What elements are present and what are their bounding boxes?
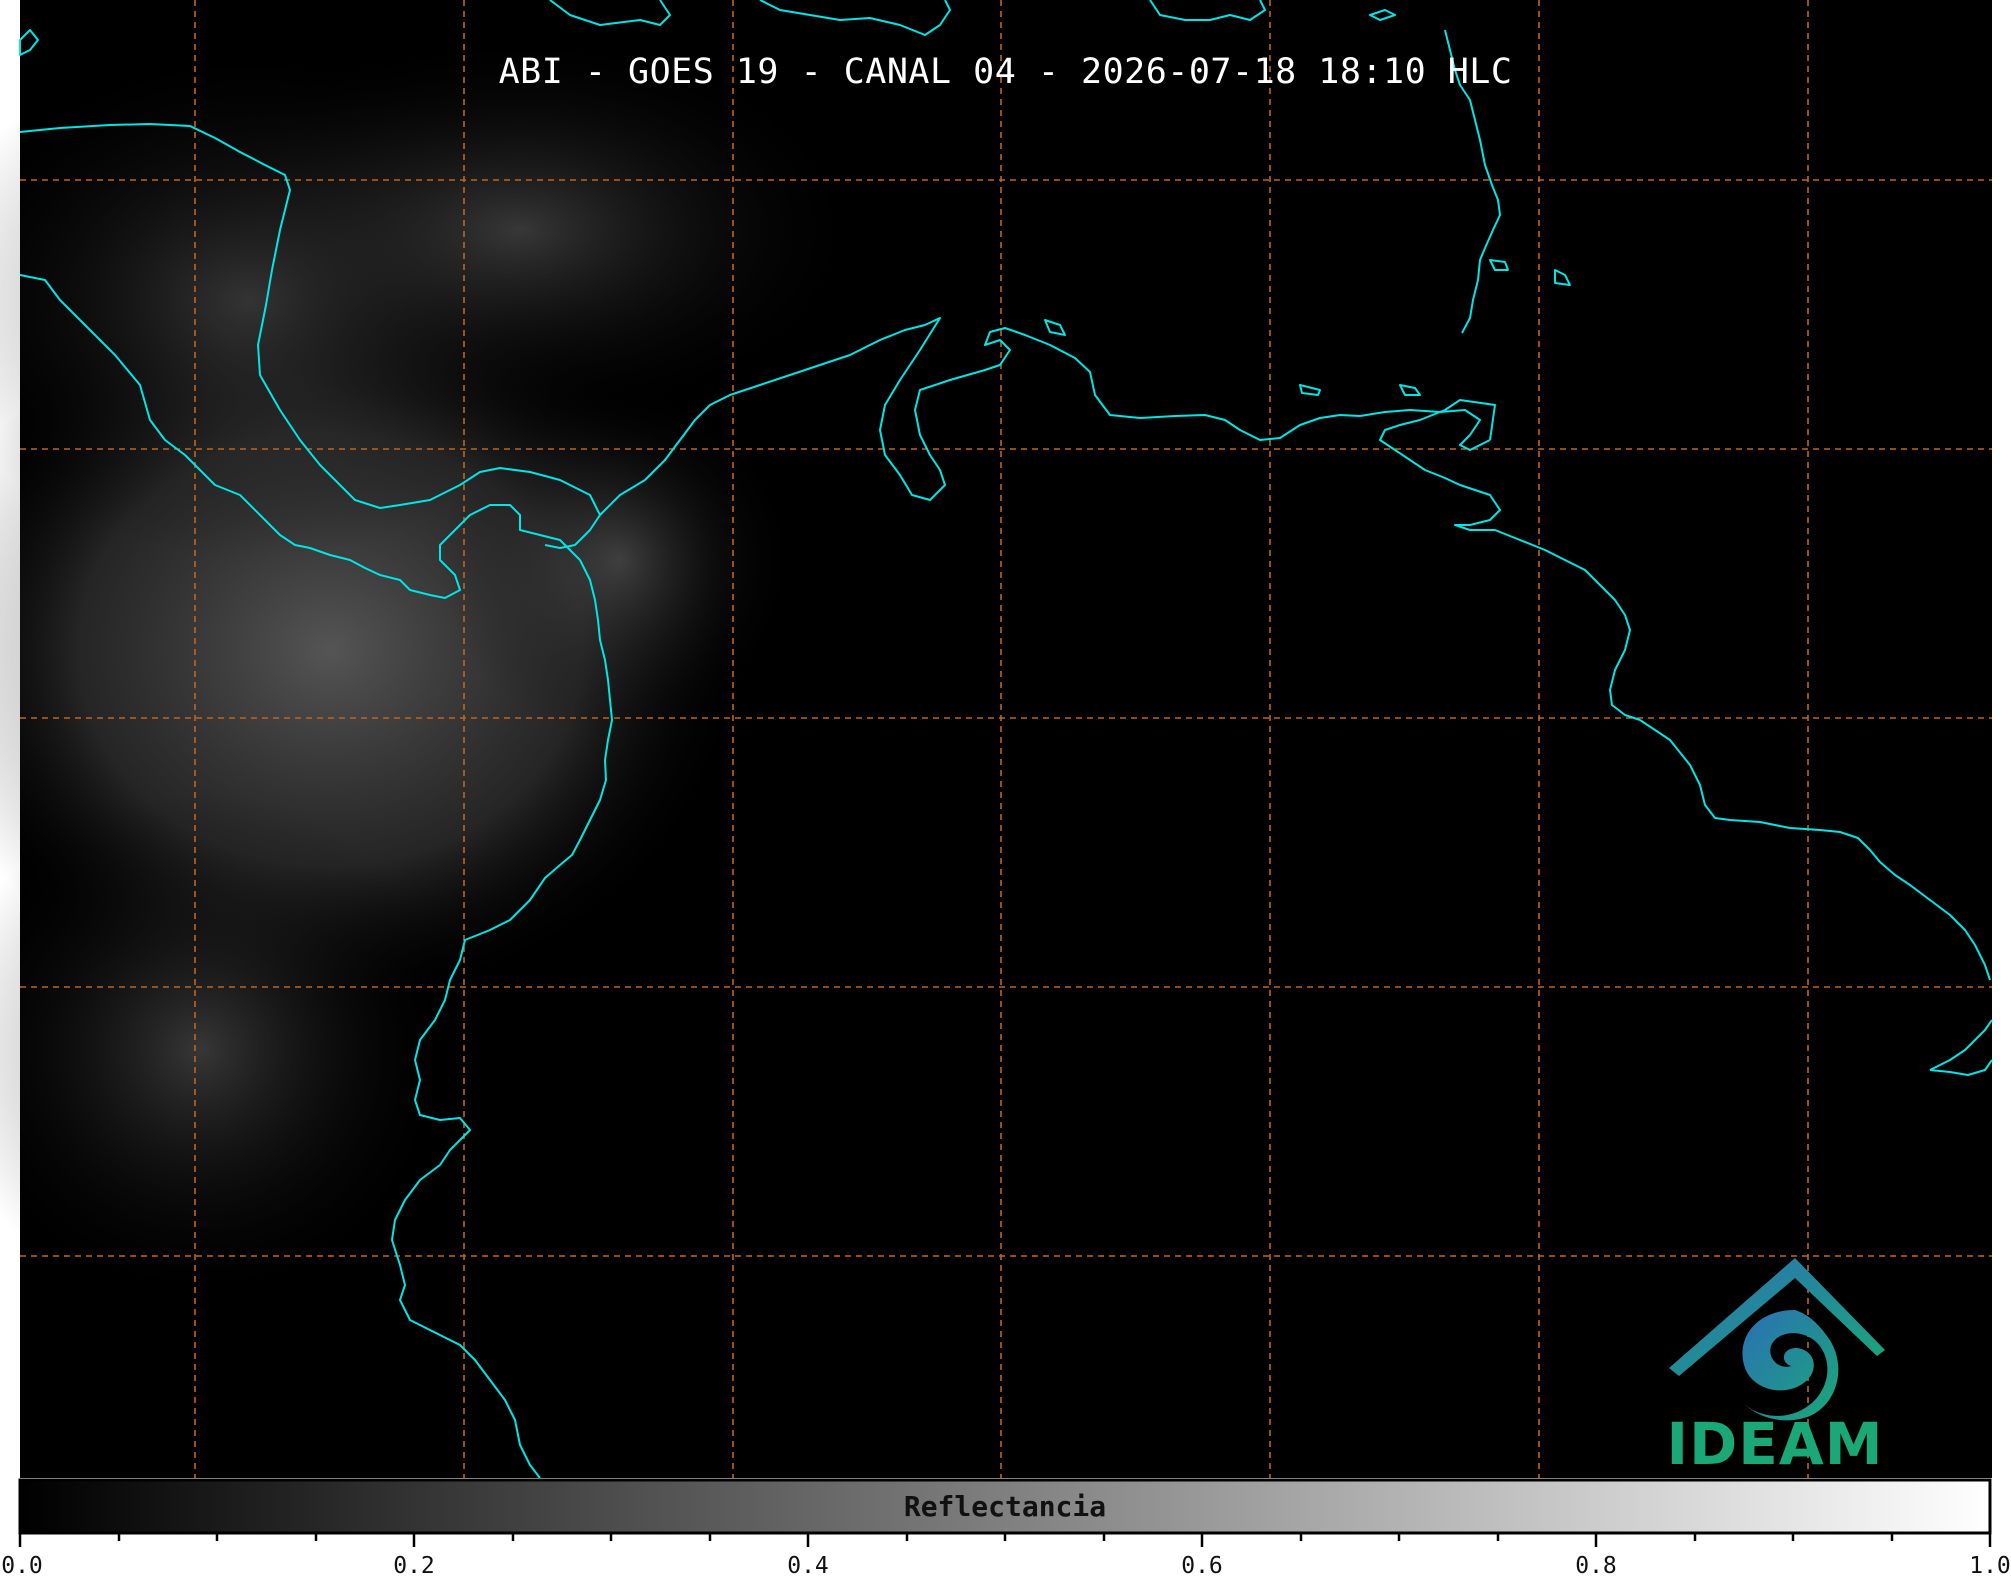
colorbar-tick-label: 0.6 xyxy=(1181,1553,1223,1579)
colorbar-tick-label: 0.0 xyxy=(1,1553,43,1579)
colorbar-ticks xyxy=(18,1533,1992,1547)
colorbar-label: Reflectancia xyxy=(903,1490,1107,1523)
map-title: ABI - GOES 19 - CANAL 04 - 2026-07-18 18… xyxy=(498,52,1513,92)
colorbar-tick-label: 0.2 xyxy=(393,1553,435,1579)
colorbar-tick-label: 0.8 xyxy=(1575,1553,1617,1579)
colorbar-tick-label: 0.4 xyxy=(787,1553,829,1579)
ideam-logo-text: IDEAM xyxy=(1666,1410,1884,1478)
colorbar-tick-label: 1.0 xyxy=(1969,1553,2011,1579)
